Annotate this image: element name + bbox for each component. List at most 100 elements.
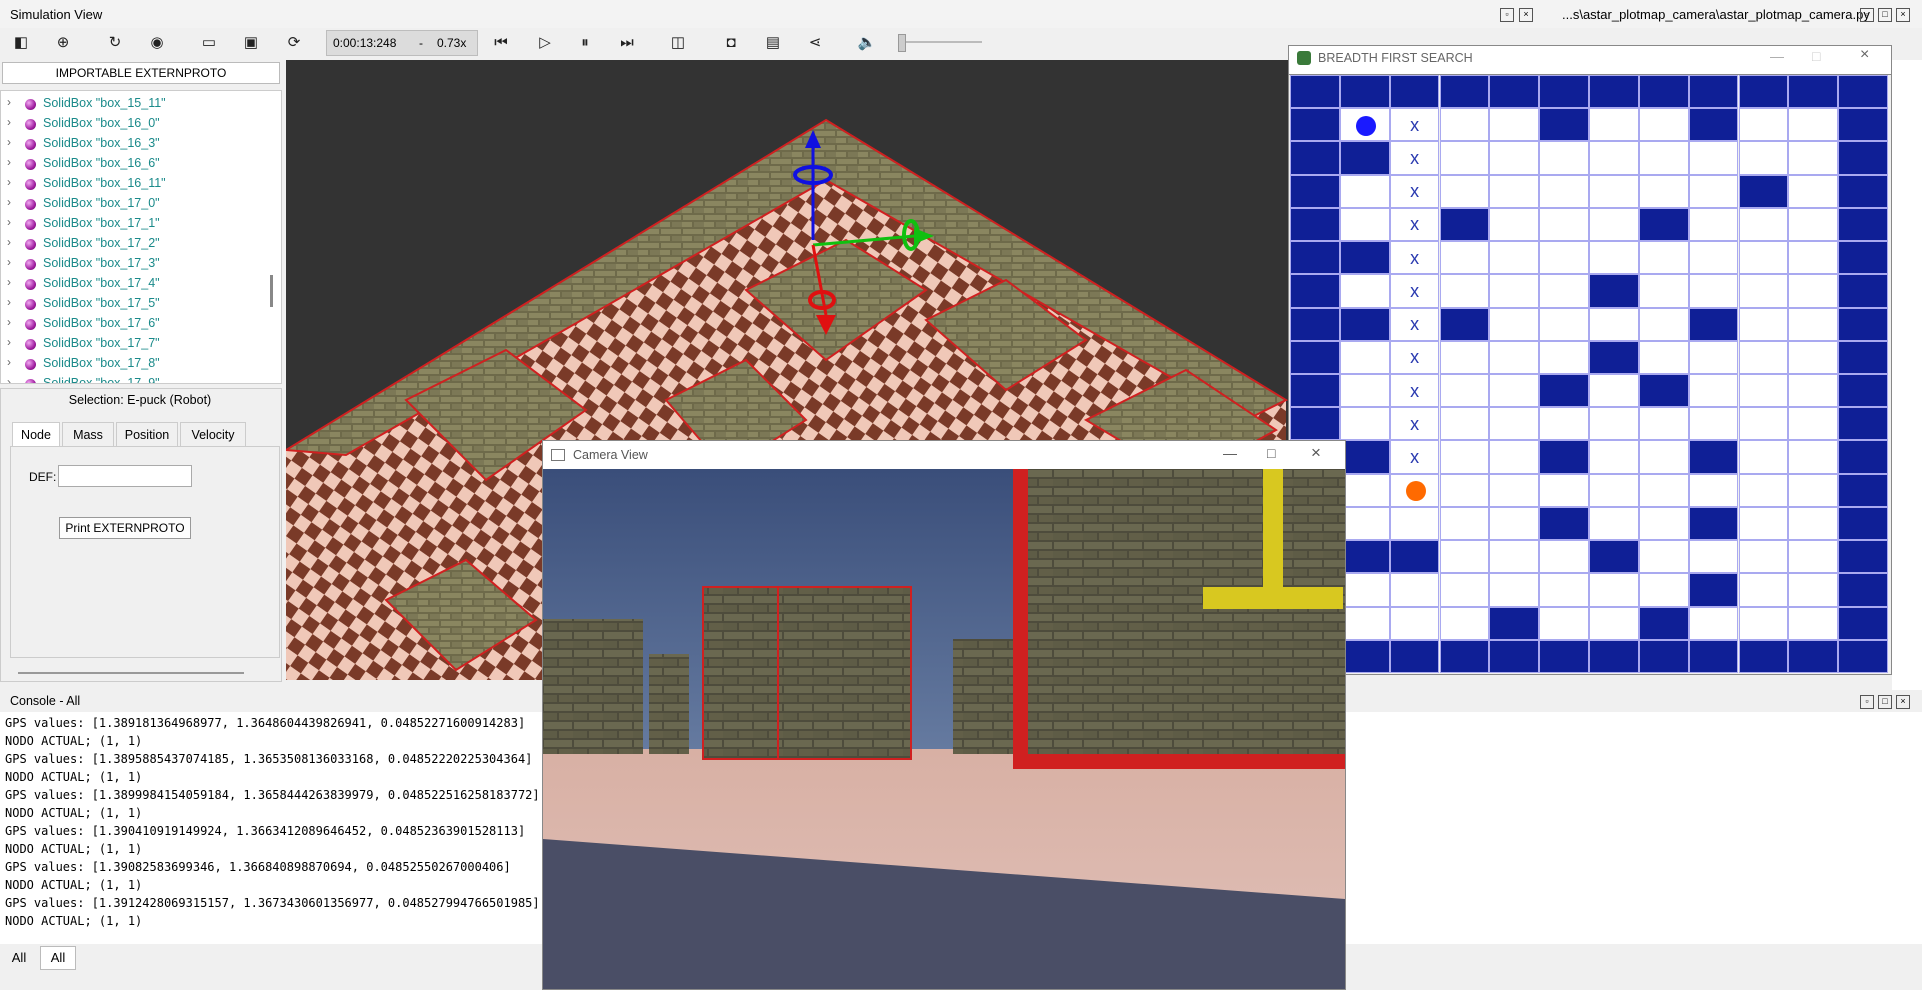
print-externproto-button[interactable]: Print EXTERNPROTO — [59, 517, 191, 539]
tree-item[interactable]: › SolidBox "box_17_0" — [1, 194, 261, 214]
maximize-icon[interactable]: □ — [1878, 695, 1892, 709]
tree-item[interactable]: › SolidBox "box_17_7" — [1, 334, 261, 354]
tree-item[interactable]: › SolidBox "box_16_6" — [1, 154, 261, 174]
record-movie-icon[interactable]: ▤ — [762, 32, 784, 54]
tree-item[interactable]: › SolidBox "box_17_2" — [1, 234, 261, 254]
grid-wall-cell — [1439, 639, 1490, 673]
close-icon[interactable]: × — [1896, 695, 1910, 709]
solid-node-icon — [25, 319, 36, 330]
visibility-icon[interactable]: ◉ — [146, 32, 168, 54]
tab-mass[interactable]: Mass — [62, 422, 114, 448]
open-world-icon[interactable]: ▭ — [198, 32, 220, 54]
tree-item[interactable]: › SolidBox "box_17_9" — [1, 374, 261, 384]
expand-chevron-icon[interactable]: › — [7, 315, 11, 329]
grid-wall-cell — [1838, 174, 1888, 208]
close-icon[interactable]: × — [1311, 443, 1321, 463]
tree-item[interactable]: › SolidBox "box_17_8" — [1, 354, 261, 374]
maximize-icon[interactable]: □ — [1878, 8, 1892, 22]
grid-free-cell: x — [1389, 207, 1440, 242]
grid-free-cell — [1339, 340, 1390, 374]
expand-chevron-icon[interactable]: › — [7, 235, 11, 249]
expand-chevron-icon[interactable]: › — [7, 335, 11, 349]
render-mode-icon[interactable]: ◫ — [667, 32, 689, 54]
expand-chevron-icon[interactable]: › — [7, 195, 11, 209]
tree-item[interactable]: › SolidBox "box_17_3" — [1, 254, 261, 274]
expand-chevron-icon[interactable]: › — [7, 375, 11, 383]
importable-externproto-button[interactable]: IMPORTABLE EXTERNPROTO — [2, 62, 280, 84]
grid-wall-cell — [1688, 440, 1739, 474]
tree-item[interactable]: › SolidBox "box_17_6" — [1, 314, 261, 334]
expand-chevron-icon[interactable]: › — [7, 115, 11, 129]
scene-tree[interactable]: › SolidBox "box_15_11" › SolidBox "box_16_0… — [0, 90, 282, 384]
grid-wall-cell — [1838, 307, 1888, 341]
grid-free-cell — [1688, 207, 1739, 242]
console-filter-tab-active[interactable]: All — [40, 946, 76, 970]
tab-velocity[interactable]: Velocity — [180, 422, 246, 448]
volume-slider[interactable] — [900, 41, 982, 43]
grid-free-cell — [1638, 340, 1689, 374]
close-icon[interactable]: × — [1519, 8, 1533, 22]
undock-icon[interactable]: ▫ — [1500, 8, 1514, 22]
tree-item-label: SolidBox "box_16_11" — [43, 176, 166, 190]
reset-view-icon[interactable]: ↻ — [104, 32, 126, 54]
fast-forward-icon[interactable]: ⏭ — [616, 32, 638, 54]
expand-chevron-icon[interactable]: › — [7, 155, 11, 169]
console-line: GPS values: [1.3912428069315157, 1.36734… — [5, 896, 540, 910]
expand-chevron-icon[interactable]: › — [7, 135, 11, 149]
close-icon[interactable]: × — [1896, 8, 1910, 22]
grid-free-cell — [1738, 108, 1789, 142]
minimize-icon[interactable]: — — [1223, 445, 1237, 461]
share-icon[interactable]: ⋖ — [804, 32, 826, 54]
undock-icon[interactable]: ▫ — [1860, 8, 1874, 22]
editor-scrollbar[interactable] — [18, 672, 244, 674]
console-line: NODO ACTUAL; (1, 1) — [5, 770, 143, 784]
grid-free-cell — [1638, 241, 1689, 275]
tree-item-label: SolidBox "box_17_2" — [43, 236, 160, 250]
step-back-icon[interactable]: ⏮ — [490, 32, 512, 54]
visited-path-mark: x — [1410, 447, 1420, 468]
maximize-icon[interactable]: □ — [1812, 48, 1820, 64]
reload-world-icon[interactable]: ⟳ — [283, 32, 305, 54]
tree-item[interactable]: › SolidBox "box_17_1" — [1, 214, 261, 234]
tree-item[interactable]: › SolidBox "box_15_11" — [1, 94, 261, 114]
pause-icon[interactable]: ⏸ — [574, 32, 596, 54]
maximize-icon[interactable]: □ — [1267, 445, 1275, 461]
mute-icon[interactable]: 🔈 — [856, 32, 878, 54]
screenshot-icon[interactable]: ◘ — [720, 32, 742, 54]
minimize-icon[interactable]: — — [1770, 48, 1784, 64]
grid-wall-cell — [1838, 108, 1888, 142]
grid-free-cell — [1439, 241, 1490, 275]
tree-item[interactable]: › SolidBox "box_17_4" — [1, 274, 261, 294]
expand-chevron-icon[interactable]: › — [7, 275, 11, 289]
grid-free-cell — [1638, 573, 1689, 607]
grid-wall-cell — [1589, 540, 1639, 574]
tree-item[interactable]: › SolidBox "box_17_5" — [1, 294, 261, 314]
add-node-icon[interactable]: ⊕ — [52, 32, 74, 54]
volume-slider-handle[interactable] — [898, 34, 906, 52]
tab-position[interactable]: Position — [116, 422, 178, 448]
grid-free-cell — [1539, 141, 1589, 175]
tab-node[interactable]: Node — [12, 422, 60, 447]
console-filter-tab[interactable]: All — [4, 948, 34, 968]
expand-chevron-icon[interactable]: › — [7, 295, 11, 309]
close-icon[interactable]: × — [1860, 46, 1869, 64]
step-icon[interactable]: ▷ — [534, 32, 556, 54]
tree-item-label: SolidBox "box_17_6" — [43, 316, 160, 330]
expand-chevron-icon[interactable]: › — [7, 255, 11, 269]
expand-chevron-icon[interactable]: › — [7, 355, 11, 369]
def-input[interactable] — [58, 465, 192, 487]
tree-item[interactable]: › SolidBox "box_16_0" — [1, 114, 261, 134]
tree-item-label: SolidBox "box_17_9" — [43, 376, 160, 384]
undock-icon[interactable]: ▫ — [1860, 695, 1874, 709]
grid-wall-cell — [1489, 75, 1540, 109]
grid-free-cell — [1439, 540, 1490, 574]
expand-chevron-icon[interactable]: › — [7, 175, 11, 189]
tree-item[interactable]: › SolidBox "box_16_3" — [1, 134, 261, 154]
expand-chevron-icon[interactable]: › — [7, 95, 11, 109]
toggle-panel-icon[interactable]: ◧ — [10, 32, 32, 54]
expand-chevron-icon[interactable]: › — [7, 215, 11, 229]
start-marker — [1355, 115, 1376, 136]
save-world-icon[interactable]: ▣ — [240, 32, 262, 54]
tree-scrollbar[interactable] — [270, 275, 273, 307]
tree-item[interactable]: › SolidBox "box_16_11" — [1, 174, 261, 194]
